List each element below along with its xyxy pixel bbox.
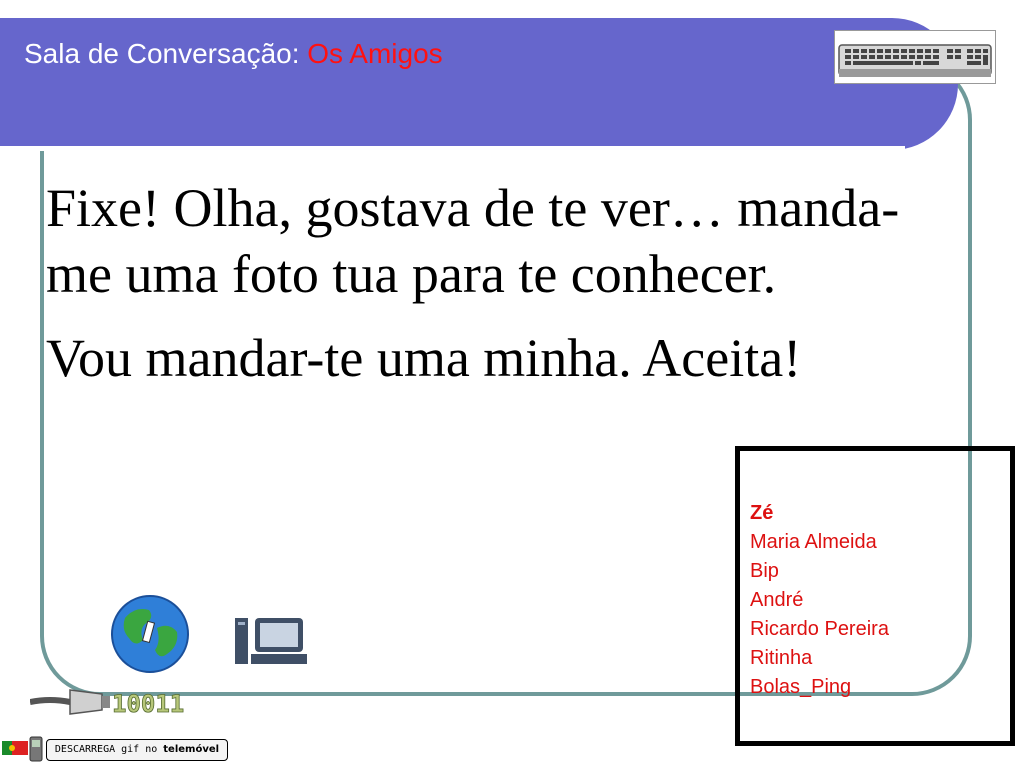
user-list-item[interactable]: André bbox=[750, 586, 889, 615]
download-banner[interactable]: DESCARREGA gif no telemóvel bbox=[0, 735, 230, 763]
mobile-phone-icon bbox=[29, 736, 43, 762]
user-list-item[interactable]: Bip bbox=[750, 557, 889, 586]
download-prefix: DESCARREGA gif no bbox=[54, 744, 164, 755]
download-button[interactable]: DESCARREGA gif no telemóvel bbox=[46, 739, 228, 761]
message-paragraph-2: Vou mandar-te uma minha. Aceita! bbox=[46, 327, 802, 388]
header-divider bbox=[0, 146, 905, 151]
header-bar: Sala de Conversação: Os Amigos bbox=[0, 18, 958, 151]
download-bold-word: telemóvel bbox=[163, 744, 220, 755]
user-list-item[interactable]: Zé bbox=[750, 499, 889, 528]
message-paragraph-1: Fixe! Olha, gostava de te ver… manda-me … bbox=[46, 178, 900, 304]
icons-area bbox=[105, 588, 320, 678]
globe-icon bbox=[111, 595, 189, 673]
keyboard-icon bbox=[834, 30, 996, 84]
user-list-item[interactable]: Ricardo Pereira bbox=[750, 615, 889, 644]
page-title: Sala de Conversação: Os Amigos bbox=[24, 38, 443, 70]
computer-icon bbox=[235, 618, 307, 664]
user-list-item[interactable]: Bolas_Ping bbox=[750, 673, 889, 702]
binary-text: 10011 bbox=[112, 690, 184, 718]
network-cable-icon: 10011 bbox=[29, 680, 210, 722]
user-list-item[interactable]: Maria Almeida bbox=[750, 528, 889, 557]
portugal-flag-icon bbox=[2, 741, 28, 755]
chat-message: Fixe! Olha, gostava de te ver… manda-me … bbox=[46, 176, 926, 410]
room-name: Os Amigos bbox=[307, 38, 443, 69]
user-list-item[interactable]: Ritinha bbox=[750, 644, 889, 673]
user-list: Zé Maria Almeida Bip André Ricardo Pereira Ri… bbox=[735, 446, 1015, 746]
title-prefix: Sala de Conversação: bbox=[24, 38, 308, 69]
user-list-items: Zé Maria Almeida Bip André Ricardo Pereira Ri… bbox=[750, 499, 889, 702]
